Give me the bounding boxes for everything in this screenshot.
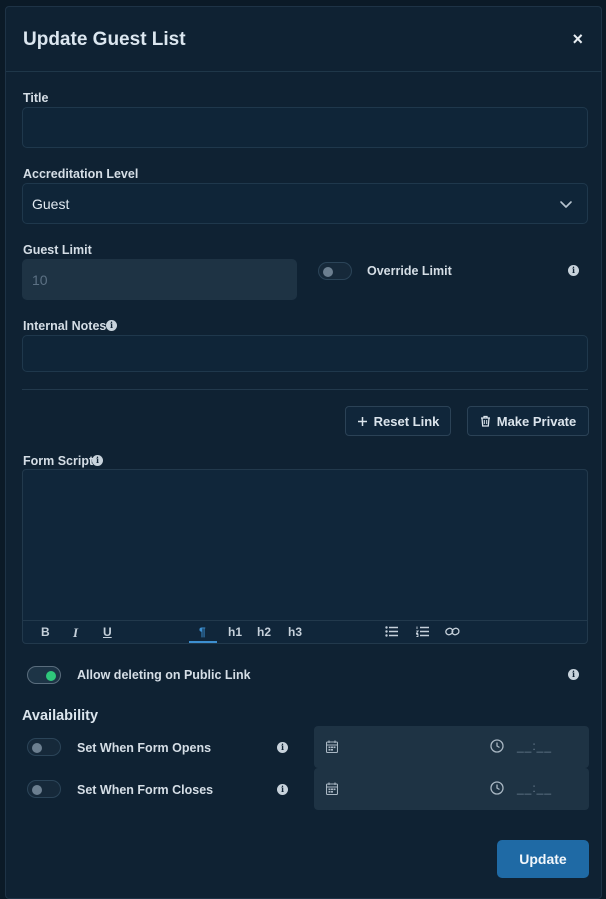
reset-link-button[interactable]: Reset Link [345, 406, 451, 436]
info-icon[interactable]: i [277, 742, 288, 753]
internal-notes-label: Internal Notes [23, 319, 107, 333]
divider [22, 389, 588, 390]
plus-icon [357, 416, 367, 426]
make-private-button[interactable]: Make Private [467, 406, 589, 436]
info-icon[interactable]: i [92, 455, 103, 466]
form-opens-label: Set When Form Opens [77, 741, 212, 755]
accreditation-label: Accreditation Level [23, 167, 139, 181]
override-limit-toggle[interactable] [318, 262, 352, 280]
calendar-icon[interactable] [326, 740, 338, 753]
internal-notes-input[interactable] [22, 335, 588, 372]
form-closes-toggle[interactable] [27, 780, 61, 798]
italic-icon[interactable]: I [73, 625, 78, 641]
editor-text-area[interactable] [23, 470, 587, 620]
title-input[interactable] [22, 107, 588, 148]
title-label: Title [23, 91, 49, 105]
update-guest-list-modal: Update Guest List × Title Accreditation … [5, 6, 602, 899]
close-icon[interactable]: × [572, 29, 583, 49]
clock-icon[interactable] [490, 781, 504, 795]
clock-icon[interactable] [490, 739, 504, 753]
accreditation-select[interactable]: Guest [22, 183, 588, 224]
active-tool-indicator [189, 641, 217, 643]
calendar-icon[interactable] [326, 782, 338, 795]
override-limit-label: Override Limit [367, 264, 452, 278]
h2-button[interactable]: h2 [257, 625, 271, 639]
editor-toolbar: B I U ¶ h1 h2 h3 [23, 620, 587, 644]
info-icon[interactable]: i [106, 320, 117, 331]
trash-icon [480, 415, 490, 427]
reset-link-label: Reset Link [373, 413, 440, 429]
bullet-list-icon[interactable] [385, 626, 398, 637]
form-opens-time[interactable]: __:__ [517, 739, 552, 753]
form-script-editor: B I U ¶ h1 h2 h3 [22, 469, 588, 644]
underline-icon[interactable]: U [103, 625, 112, 639]
modal-title: Update Guest List [23, 29, 186, 50]
form-script-label: Form Script [23, 454, 94, 468]
form-closes-label: Set When Form Closes [77, 783, 214, 797]
guest-limit-input[interactable]: 10 [22, 259, 297, 300]
allow-deleting-toggle[interactable] [27, 666, 61, 684]
info-icon[interactable]: i [568, 669, 579, 680]
info-icon[interactable]: i [277, 784, 288, 795]
paragraph-icon[interactable]: ¶ [199, 625, 206, 639]
h3-button[interactable]: h3 [288, 625, 302, 639]
form-opens-datetime[interactable]: __:__ [314, 726, 589, 768]
guest-limit-label: Guest Limit [23, 243, 92, 257]
form-closes-time[interactable]: __:__ [517, 781, 552, 795]
accreditation-value: Guest [32, 196, 70, 212]
form-opens-toggle[interactable] [27, 738, 61, 756]
update-button[interactable]: Update [497, 840, 589, 878]
allow-deleting-label: Allow deleting on Public Link [77, 668, 251, 682]
link-icon[interactable] [445, 626, 460, 637]
modal-header: Update Guest List × [6, 7, 601, 72]
info-icon[interactable]: i [568, 265, 579, 276]
numbered-list-icon[interactable] [416, 626, 429, 637]
availability-heading: Availability [22, 708, 99, 724]
h1-button[interactable]: h1 [228, 625, 242, 639]
chevron-down-icon [560, 201, 572, 208]
make-private-label: Make Private [496, 413, 577, 429]
bold-icon[interactable]: B [41, 625, 50, 639]
form-closes-datetime[interactable]: __:__ [314, 768, 589, 810]
guest-limit-placeholder: 10 [32, 272, 48, 288]
